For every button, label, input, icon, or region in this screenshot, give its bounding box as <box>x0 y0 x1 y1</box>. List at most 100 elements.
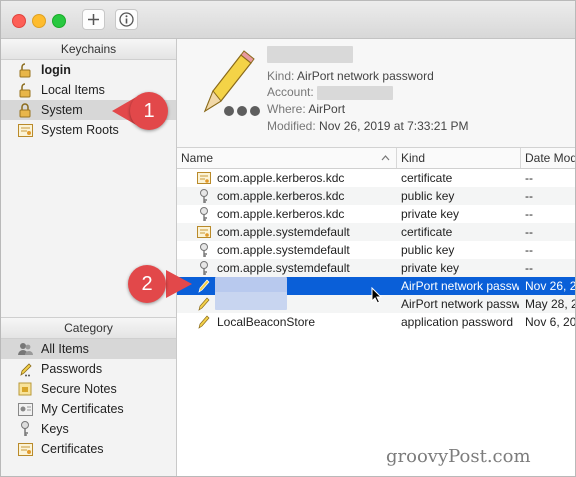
unlocked-padlock-icon <box>17 82 33 98</box>
keychain-access-window: Keychains login Local Items System Syste… <box>0 0 576 477</box>
table-row[interactable]: LocalBeaconStore application password No… <box>177 313 575 331</box>
main-pane: Kind: AirPort network password Account: … <box>177 39 575 476</box>
plus-icon <box>88 14 99 25</box>
row-name: com.apple.systemdefault <box>217 243 350 257</box>
account-row: Account: <box>267 85 394 100</box>
row-date: May 28, 2019 <box>525 297 575 311</box>
kind-value: AirPort network password <box>297 69 434 83</box>
certificate-icon <box>17 441 33 457</box>
modified-label: Modified: <box>267 119 316 133</box>
where-value: AirPort <box>308 102 346 116</box>
note-icon <box>17 381 33 397</box>
row-kind: private key <box>401 261 460 275</box>
row-date: Nov 26, 2019 <box>525 279 576 293</box>
item-details-panel: Kind: AirPort network password Account: … <box>177 39 575 148</box>
row-name: LocalBeaconStore <box>217 315 316 329</box>
row-date: -- <box>525 243 533 257</box>
row-kind: public key <box>401 189 455 203</box>
table-row[interactable]: com.apple.kerberos.kdc public key -- <box>177 187 575 205</box>
sort-chevron-up-icon <box>381 155 390 161</box>
category-label: Secure Notes <box>41 382 117 396</box>
password-pencil-icon <box>203 50 260 116</box>
row-kind: application password <box>401 315 514 329</box>
modified-row: Modified: Nov 26, 2019 at 7:33:21 PM <box>267 119 468 133</box>
keychain-label: System <box>41 103 83 117</box>
zoom-window-button[interactable] <box>52 14 66 28</box>
row-date: Nov 6, 2019 <box>525 315 576 329</box>
mouse-pointer-icon <box>371 287 383 304</box>
row-kind: certificate <box>401 171 453 185</box>
table-row[interactable]: com.apple.systemdefault certificate -- <box>177 223 575 241</box>
category-item-all-items[interactable]: All Items <box>1 339 176 359</box>
minimize-window-button[interactable] <box>32 14 46 28</box>
certificate-icon <box>17 401 33 417</box>
title-bar <box>1 1 575 39</box>
people-icon <box>17 341 33 357</box>
row-name: com.apple.kerberos.kdc <box>217 189 345 203</box>
row-name: com.apple.kerberos.kdc <box>217 171 345 185</box>
category-label: My Certificates <box>41 402 124 416</box>
category-label: Passwords <box>41 362 103 376</box>
table-row[interactable]: com.apple.kerberos.kdc private key -- <box>177 205 575 223</box>
column-title: Kind <box>401 151 426 165</box>
category-item-my-certificates[interactable]: My Certificates <box>1 399 176 419</box>
category-label: All Items <box>41 342 89 356</box>
table-row[interactable]: com.apple.systemdefault public key -- <box>177 241 575 259</box>
category-section: Category All Items Passwords Secure Note… <box>1 317 176 459</box>
row-kind: AirPort network password <box>401 279 519 293</box>
column-title: Name <box>181 151 214 165</box>
get-info-button[interactable] <box>115 9 138 30</box>
modified-value: Nov 26, 2019 at 7:33:21 PM <box>319 119 469 133</box>
category-item-passwords[interactable]: Passwords <box>1 359 176 379</box>
row-name: com.apple.systemdefault <box>217 261 350 275</box>
unlocked-padlock-icon <box>17 62 33 78</box>
watermark: groovyPost.com <box>386 446 531 467</box>
category-item-keys[interactable]: Keys <box>1 419 176 439</box>
info-icon <box>119 12 134 27</box>
table-row[interactable]: com.apple.systemdefault private key -- <box>177 259 575 277</box>
category-item-secure-notes[interactable]: Secure Notes <box>1 379 176 399</box>
close-window-button[interactable] <box>12 14 26 28</box>
kind-label: Kind: <box>267 69 295 83</box>
category-header: Category <box>1 317 176 339</box>
pencil-icon <box>17 361 33 377</box>
keychain-label: login <box>41 63 71 77</box>
column-header-kind[interactable]: Kind <box>397 148 521 168</box>
keychain-item-login[interactable]: login <box>1 60 176 80</box>
column-header-date-modified[interactable]: Date Mod <box>521 148 576 168</box>
where-label: Where: <box>267 102 306 116</box>
row-date: -- <box>525 261 533 275</box>
redacted-account <box>317 85 394 100</box>
column-header-name[interactable]: Name <box>177 148 397 168</box>
where-row: Where: AirPort <box>267 102 345 116</box>
key-icon <box>17 421 33 437</box>
row-kind: AirPort network password <box>401 297 519 311</box>
row-kind: certificate <box>401 225 453 239</box>
keychain-label: Local Items <box>41 83 105 97</box>
category-item-certificates[interactable]: Certificates <box>1 439 176 459</box>
row-date: -- <box>525 189 533 203</box>
row-date: -- <box>525 171 533 185</box>
row-name: com.apple.kerberos.kdc <box>217 207 345 221</box>
kind-row: Kind: AirPort network password <box>267 69 434 83</box>
row-name: com.apple.systemdefault <box>217 225 350 239</box>
category-label: Keys <box>41 422 69 436</box>
callout-badge-1: 1 <box>130 92 168 130</box>
row-kind: public key <box>401 243 455 257</box>
category-label: Certificates <box>41 442 104 456</box>
callout-arrow-2 <box>166 270 192 298</box>
redacted-name <box>267 46 353 63</box>
items-table-body: com.apple.kerberos.kdc certificate -- co… <box>177 169 575 331</box>
item-name <box>267 46 353 63</box>
certificate-icon <box>17 122 33 138</box>
column-title: Date Mod <box>525 151 576 165</box>
row-date: -- <box>525 225 533 239</box>
add-item-button[interactable] <box>82 9 105 30</box>
account-label: Account: <box>267 85 314 99</box>
table-row[interactable]: com.apple.kerberos.kdc certificate -- <box>177 169 575 187</box>
table-header: Name Kind Date Mod <box>177 148 575 169</box>
row-kind: private key <box>401 207 460 221</box>
locked-padlock-icon <box>17 102 33 118</box>
callout-badge-2: 2 <box>128 265 166 303</box>
row-date: -- <box>525 207 533 221</box>
